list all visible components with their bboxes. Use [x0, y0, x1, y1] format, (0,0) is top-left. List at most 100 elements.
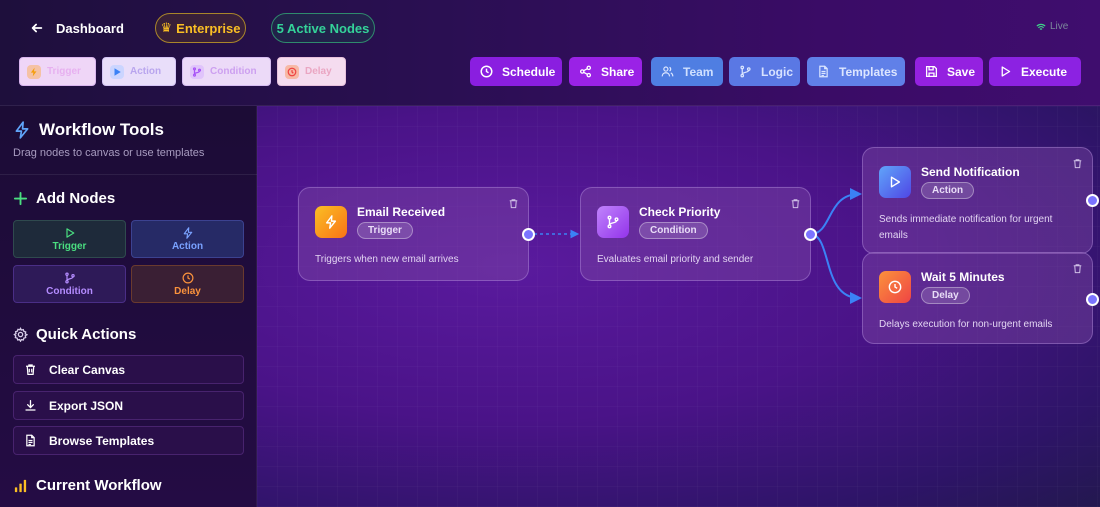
file-text-icon	[819, 65, 828, 78]
team-label: Team	[683, 64, 714, 79]
plus-icon	[13, 191, 28, 206]
play-icon	[1001, 66, 1011, 77]
mini-node-trigger[interactable]: Trigger	[19, 57, 96, 86]
clock-icon	[879, 271, 911, 303]
workflow-canvas[interactable]: Email Received Trigger Triggers when new…	[257, 106, 1100, 507]
schedule-button[interactable]: Schedule	[470, 57, 562, 86]
clock-icon	[285, 64, 299, 79]
trash-icon[interactable]	[1072, 156, 1084, 169]
play-icon	[879, 166, 911, 198]
play-icon	[110, 64, 124, 79]
plan-badge-label: Enterprise	[176, 20, 241, 36]
trash-icon[interactable]	[508, 196, 520, 209]
node-wait-5-minutes[interactable]: Wait 5 Minutes Delay Delays execution fo…	[862, 252, 1099, 344]
execute-label: Execute	[1021, 64, 1068, 79]
crown-icon: ♛	[160, 20, 173, 35]
git-branch-icon	[190, 64, 204, 79]
add-delay-label: Delay	[174, 285, 201, 297]
trash-icon	[26, 364, 35, 375]
arrow-left-icon	[31, 23, 43, 33]
output-port[interactable]	[1086, 293, 1099, 306]
node-title: Send Notification	[921, 165, 1020, 179]
node-send-notification[interactable]: Send Notification Action Sends immediate…	[862, 147, 1099, 254]
output-port[interactable]	[1086, 194, 1099, 207]
bolt-icon	[183, 226, 192, 239]
play-icon	[65, 227, 74, 238]
mini-node-trigger-label: Trigger	[47, 66, 81, 77]
node-description: Triggers when new email arrives	[315, 254, 459, 265]
node-type-badge: Condition	[639, 222, 708, 239]
wifi-icon	[1036, 23, 1046, 30]
users-icon	[661, 66, 674, 77]
team-button[interactable]: Team	[651, 57, 723, 86]
add-action-node[interactable]: Action	[131, 220, 244, 258]
mini-node-condition-label: Condition	[210, 66, 257, 77]
sidebar-title: Workflow Tools	[13, 120, 164, 140]
mini-node-action[interactable]: Action	[102, 57, 176, 86]
mini-node-action-label: Action	[130, 66, 162, 77]
git-branch-icon	[64, 272, 75, 283]
share-button[interactable]: Share	[569, 57, 642, 86]
live-status: Live	[1036, 21, 1068, 32]
output-port[interactable]	[804, 228, 817, 241]
git-branch-icon	[597, 206, 629, 238]
add-trigger-label: Trigger	[52, 240, 87, 252]
node-title: Wait 5 Minutes	[921, 270, 1005, 284]
export-json-label: Export JSON	[49, 398, 124, 413]
node-type-badge: Trigger	[357, 222, 413, 239]
add-nodes-heading: Add Nodes	[13, 190, 115, 207]
mini-node-delay-label: Delay	[305, 66, 332, 77]
clear-canvas-button[interactable]: Clear Canvas	[13, 355, 244, 384]
quick-actions-heading-text: Quick Actions	[36, 326, 137, 343]
add-condition-node[interactable]: Condition	[13, 265, 126, 303]
share-icon	[579, 65, 592, 78]
node-type-badge: Delay	[921, 287, 970, 304]
templates-label: Templates	[839, 64, 898, 79]
logic-label: Logic	[761, 64, 793, 79]
clear-canvas-label: Clear Canvas	[49, 362, 126, 377]
plan-badge: ♛ Enterprise	[155, 13, 246, 43]
add-nodes-heading-text: Add Nodes	[36, 190, 116, 207]
save-icon	[925, 65, 938, 78]
node-description: Delays execution for non-urgent emails	[879, 319, 1053, 330]
clock-icon	[182, 272, 193, 283]
current-workflow-heading-text: Current Workflow	[36, 477, 162, 494]
trash-icon[interactable]	[1072, 261, 1084, 274]
sidebar: Workflow Tools Drag nodes to canvas or u…	[0, 106, 257, 507]
node-email-received[interactable]: Email Received Trigger Triggers when new…	[298, 187, 535, 281]
save-button[interactable]: Save	[915, 57, 983, 86]
live-label: Live	[1050, 21, 1069, 32]
add-action-label: Action	[171, 240, 204, 252]
mini-node-condition[interactable]: Condition	[182, 57, 271, 86]
add-trigger-node[interactable]: Trigger	[13, 220, 126, 258]
quick-actions-heading: Quick Actions	[13, 326, 136, 343]
sidebar-subtitle: Drag nodes to canvas or use templates	[13, 147, 205, 159]
file-text-icon	[26, 434, 35, 447]
execute-button[interactable]: Execute	[989, 57, 1081, 86]
clock-icon	[480, 65, 493, 78]
output-port[interactable]	[522, 228, 535, 241]
mini-node-delay[interactable]: Delay	[277, 57, 346, 86]
node-type-badge: Action	[921, 182, 975, 199]
sparkle-icon	[27, 64, 41, 79]
node-description: Sends immediate notification for urgent …	[879, 214, 1053, 241]
git-branch-icon	[740, 65, 751, 78]
current-workflow-heading: Current Workflow	[13, 477, 162, 494]
top-bar: Dashboard ♛ Enterprise 5 Active Nodes Li…	[0, 0, 1100, 106]
bolt-icon	[15, 121, 29, 139]
browse-templates-label: Browse Templates	[49, 433, 155, 448]
browse-templates-button[interactable]: Browse Templates	[13, 426, 244, 455]
back-to-dashboard-button[interactable]: Dashboard	[30, 17, 124, 39]
bolt-icon	[315, 206, 347, 238]
add-delay-node[interactable]: Delay	[131, 265, 244, 303]
logic-button[interactable]: Logic	[729, 57, 800, 86]
schedule-label: Schedule	[502, 64, 556, 79]
templates-button[interactable]: Templates	[807, 57, 905, 86]
export-json-button[interactable]: Export JSON	[13, 391, 244, 420]
active-nodes-label: 5 Active Nodes	[276, 20, 370, 36]
trash-icon[interactable]	[790, 196, 802, 209]
add-condition-label: Condition	[46, 285, 93, 297]
node-check-priority[interactable]: Check Priority Condition Evaluates email…	[580, 187, 817, 281]
gear-icon	[13, 327, 28, 342]
node-title: Email Received	[357, 205, 446, 219]
